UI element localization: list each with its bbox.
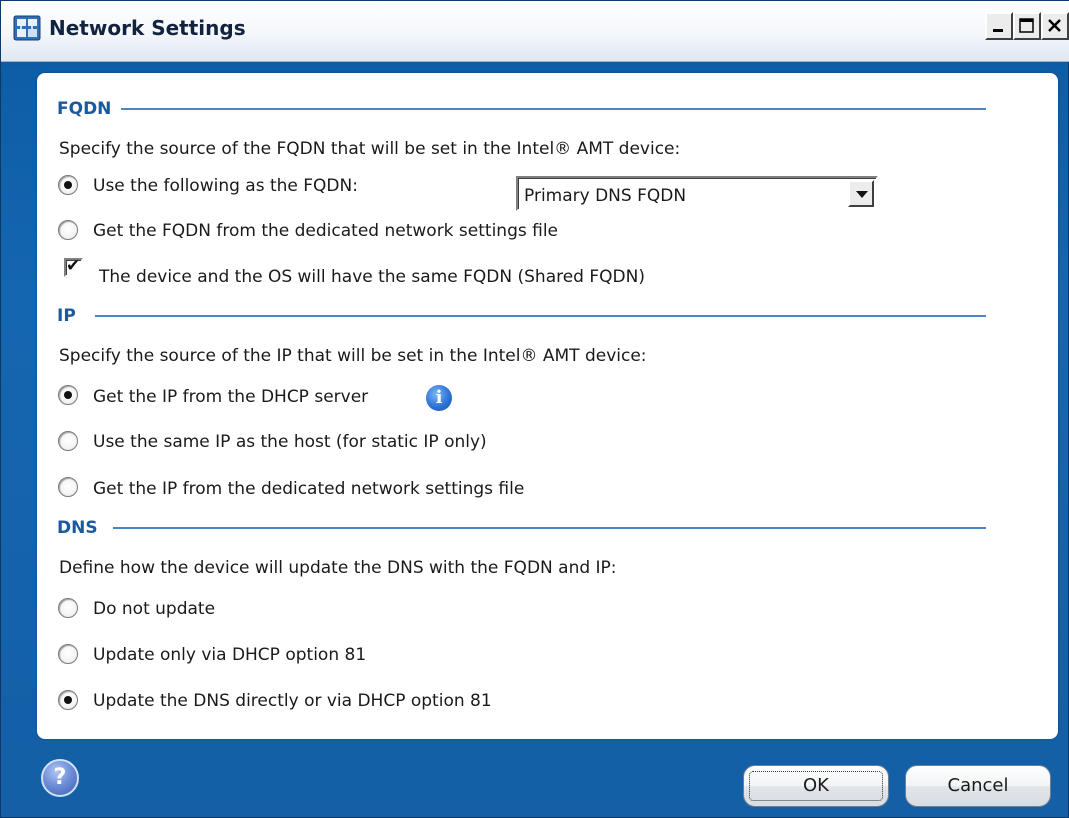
ip-same-as-host-radio[interactable] <box>58 431 78 451</box>
ip-dhcp-label[interactable]: Get the IP from the DHCP server <box>93 387 368 407</box>
dns-heading: DNS <box>57 518 98 538</box>
focus-ring <box>749 771 883 801</box>
ip-description: Specify the source of the IP that will b… <box>59 346 647 366</box>
dns-direct-label[interactable]: Update the DNS directly or via DHCP opti… <box>93 691 492 711</box>
network-settings-window: Network Settings FQDN Specify the source… <box>0 0 1069 818</box>
dns-dhcp81-radio[interactable] <box>58 644 78 664</box>
dns-divider <box>113 527 986 529</box>
ip-from-file-label[interactable]: Get the IP from the dedicated network se… <box>93 479 524 499</box>
close-icon <box>1048 19 1061 32</box>
fqdn-description: Specify the source of the FQDN that will… <box>59 139 681 159</box>
maximize-icon <box>1019 18 1034 33</box>
shared-fqdn-checkbox[interactable]: ✔ <box>64 256 83 277</box>
dns-description: Define how the device will update the DN… <box>59 558 617 578</box>
help-icon[interactable]: ? <box>41 759 79 797</box>
cancel-button[interactable]: Cancel <box>905 765 1051 807</box>
fqdn-from-file-label[interactable]: Get the FQDN from the dedicated network … <box>93 221 558 241</box>
shared-fqdn-label[interactable]: The device and the OS will have the same… <box>99 267 645 287</box>
ip-heading: IP <box>57 306 76 326</box>
checkmark-icon: ✔ <box>66 256 81 276</box>
network-settings-icon <box>13 15 41 41</box>
maximize-button[interactable] <box>1013 12 1041 40</box>
ip-dhcp-radio[interactable] <box>58 385 78 405</box>
fqdn-use-following-radio[interactable] <box>58 175 78 195</box>
fqdn-source-dropdown[interactable]: Primary DNS FQDN <box>516 176 878 211</box>
fqdn-use-following-label[interactable]: Use the following as the FQDN: <box>93 176 358 196</box>
fqdn-heading: FQDN <box>57 99 112 119</box>
fqdn-from-file-radio[interactable] <box>58 220 78 240</box>
ip-same-as-host-label[interactable]: Use the same IP as the host (for static … <box>93 432 487 452</box>
minimize-icon <box>993 29 1003 32</box>
dns-direct-radio[interactable] <box>58 690 78 710</box>
window-title: Network Settings <box>49 16 246 40</box>
dns-dhcp81-label[interactable]: Update only via DHCP option 81 <box>93 645 366 665</box>
ok-button[interactable]: OK <box>743 765 889 807</box>
dns-no-update-radio[interactable] <box>58 598 78 618</box>
minimize-button[interactable] <box>985 12 1013 40</box>
ip-from-file-radio[interactable] <box>58 477 78 497</box>
chevron-down-icon[interactable] <box>848 180 874 207</box>
info-icon[interactable]: i <box>426 385 452 411</box>
close-button[interactable] <box>1041 12 1069 40</box>
dns-no-update-label[interactable]: Do not update <box>93 599 215 619</box>
fqdn-divider <box>121 108 986 110</box>
cancel-label: Cancel <box>947 775 1009 796</box>
ip-divider <box>95 315 986 317</box>
fqdn-source-value: Primary DNS FQDN <box>524 186 687 206</box>
title-bar[interactable]: Network Settings <box>1 1 1069 62</box>
